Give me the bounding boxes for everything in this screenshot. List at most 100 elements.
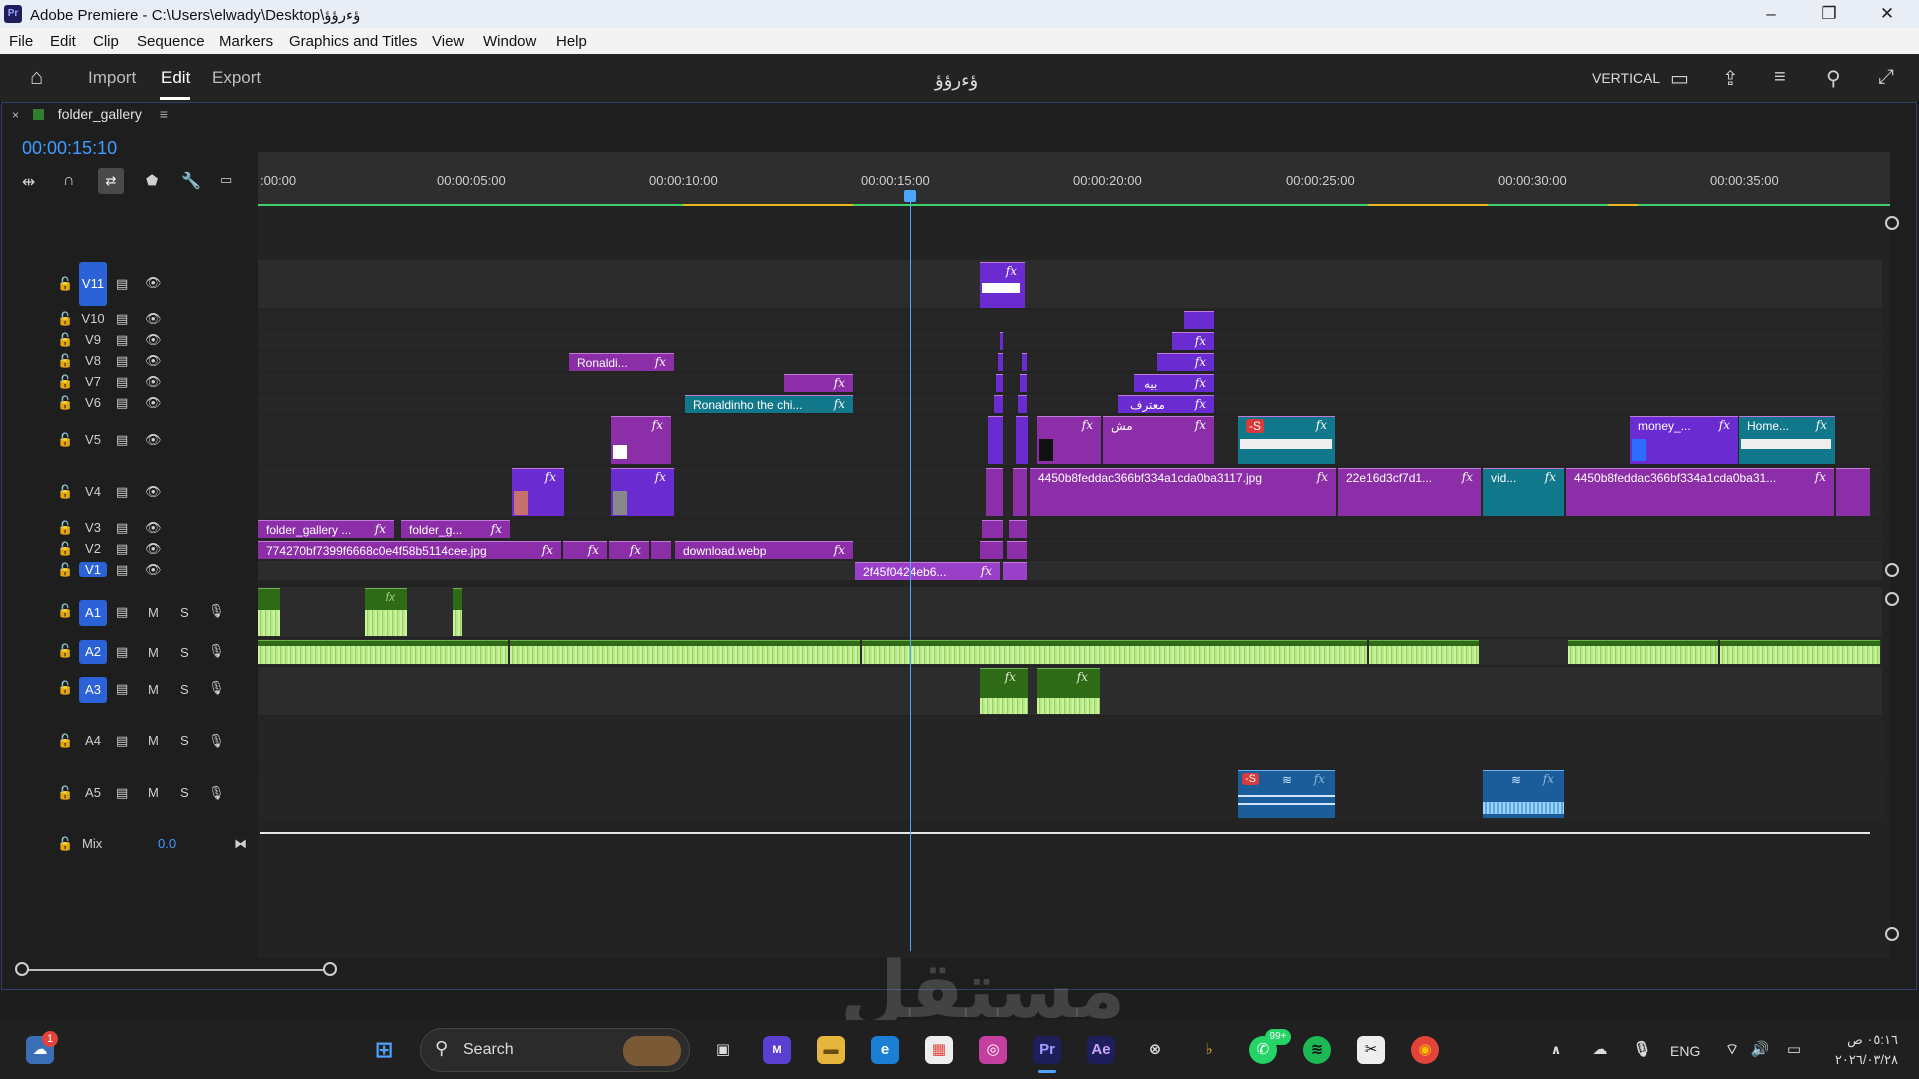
horizontal-zoom-bar[interactable] bbox=[22, 969, 328, 985]
clip-v2-download[interactable]: download.webp fx bbox=[675, 541, 853, 559]
track-target-v9[interactable]: V9 bbox=[79, 332, 107, 347]
clip-sliver[interactable] bbox=[1000, 332, 1003, 350]
progress-icon[interactable]: ≡ bbox=[1774, 66, 1786, 89]
hscroll-handle-right[interactable] bbox=[323, 962, 337, 976]
audio-clip-a5[interactable]: ≋ fx bbox=[1483, 770, 1564, 818]
lane-v10[interactable] bbox=[258, 310, 1882, 329]
timeline-settings-icon[interactable]: 🔧 bbox=[181, 171, 201, 191]
maximize-button[interactable]: ❐ bbox=[1806, 2, 1852, 26]
microphone-icon[interactable]: 🎙 bbox=[208, 643, 225, 659]
clip-sliver[interactable] bbox=[1018, 395, 1027, 413]
clip-v5-money[interactable]: money_... fx bbox=[1630, 416, 1738, 464]
menu-help[interactable]: Help bbox=[556, 33, 587, 50]
sync-lock-icon[interactable]: ▤ bbox=[116, 520, 128, 536]
clip-v4-4450-b[interactable]: 4450b8feddac366bf334a1cda0ba31... fx bbox=[1566, 468, 1834, 516]
audio-clip-a3[interactable]: fx bbox=[1037, 668, 1100, 714]
microphone-tray-icon[interactable]: 🎙 bbox=[1628, 1036, 1656, 1064]
app-icon[interactable]: ♭ bbox=[1195, 1036, 1223, 1064]
clip-v6-right[interactable]: معترف fx bbox=[1118, 395, 1214, 413]
microphone-icon[interactable]: 🎙 bbox=[208, 785, 225, 801]
sync-lock-icon[interactable]: ▤ bbox=[116, 541, 128, 557]
clip-v8-ronaldinho[interactable]: Ronaldi... fx bbox=[569, 353, 674, 371]
vscroll-handle-bottom[interactable] bbox=[1885, 563, 1899, 577]
file-explorer-icon[interactable]: ▬ bbox=[817, 1036, 845, 1064]
layout-label[interactable]: VERTICAL bbox=[1592, 70, 1660, 86]
audio-vscroll-handle-top[interactable] bbox=[1885, 592, 1899, 606]
clip-sliver[interactable] bbox=[994, 395, 1003, 413]
menu-markers[interactable]: Markers bbox=[219, 33, 273, 50]
eye-icon[interactable]: 👁 bbox=[145, 395, 162, 411]
track-target-a2[interactable]: A2 bbox=[79, 640, 107, 664]
after-effects-icon[interactable]: Ae bbox=[1087, 1036, 1115, 1064]
clip-v5-d[interactable]: -S fx bbox=[1238, 416, 1335, 464]
track-target-v11[interactable]: V11 bbox=[79, 262, 107, 306]
solo-button[interactable]: S bbox=[180, 785, 189, 800]
microphone-icon[interactable]: 🎙 bbox=[208, 603, 225, 619]
sync-lock-icon[interactable]: ▤ bbox=[116, 374, 128, 390]
eye-icon[interactable]: 👁 bbox=[145, 311, 162, 327]
lane-a5[interactable] bbox=[258, 769, 1882, 819]
mute-button[interactable]: M bbox=[148, 682, 159, 697]
task-view-icon[interactable]: ▣ bbox=[709, 1036, 737, 1064]
clip-sliver[interactable] bbox=[1022, 353, 1027, 371]
clip-v8-right[interactable]: fx bbox=[1157, 353, 1214, 371]
sync-lock-icon[interactable]: ▤ bbox=[116, 332, 128, 348]
clip-v5-sliver[interactable] bbox=[1016, 416, 1028, 464]
menu-sequence[interactable]: Sequence bbox=[137, 33, 205, 50]
clip-v10[interactable] bbox=[1184, 311, 1214, 329]
eye-icon[interactable]: 👁 bbox=[145, 353, 162, 369]
tab-edit[interactable]: Edit bbox=[161, 68, 190, 88]
clip-v2-sliver[interactable] bbox=[1007, 541, 1027, 559]
audio-clip-a2[interactable] bbox=[862, 640, 1367, 664]
audio-clip-a1[interactable] bbox=[453, 588, 462, 636]
track-target-a5[interactable]: A5 bbox=[79, 785, 107, 800]
clip-v4-sliver[interactable] bbox=[986, 468, 1003, 516]
chevron-up-icon[interactable]: ∧ bbox=[1542, 1036, 1570, 1064]
lock-icon[interactable]: 🔓 bbox=[57, 484, 73, 500]
menu-view[interactable]: View bbox=[432, 33, 464, 50]
track-target-a3[interactable]: A3 bbox=[79, 677, 107, 703]
audio-clip-a2[interactable] bbox=[1568, 640, 1718, 664]
lane-v8[interactable] bbox=[258, 352, 1882, 371]
clip-sliver[interactable] bbox=[996, 374, 1003, 392]
mute-button[interactable]: M bbox=[148, 645, 159, 660]
microsoft365-icon[interactable]: M bbox=[763, 1036, 791, 1064]
audio-clip-a2[interactable] bbox=[1369, 640, 1479, 664]
lock-icon[interactable]: 🔓 bbox=[57, 432, 73, 448]
lock-icon[interactable]: 🔓 bbox=[57, 541, 73, 557]
battery-icon[interactable]: ▭ bbox=[1780, 1036, 1808, 1064]
tab-menu-icon[interactable]: ≡ bbox=[160, 106, 168, 122]
lock-icon[interactable]: 🔓 bbox=[57, 332, 73, 348]
clock-date[interactable]: ٢٠٢٦/٠٣/٢٨ bbox=[1820, 1052, 1898, 1068]
sync-lock-icon[interactable]: ▤ bbox=[116, 562, 128, 578]
mute-button[interactable]: M bbox=[148, 605, 159, 620]
clip-v4-sliver[interactable] bbox=[1013, 468, 1027, 516]
search-help-icon[interactable]: ⚲ bbox=[1826, 66, 1841, 91]
lock-icon[interactable]: 🔓 bbox=[57, 276, 73, 292]
menu-graphics-and-titles[interactable]: Graphics and Titles bbox=[289, 33, 417, 50]
sync-lock-icon[interactable]: ▤ bbox=[116, 432, 128, 448]
clip-v2-b[interactable]: fx bbox=[563, 541, 607, 559]
solo-button[interactable]: S bbox=[180, 682, 189, 697]
playhead-timecode[interactable]: 00:00:15:10 bbox=[22, 138, 117, 159]
clip-v4-vid[interactable]: vid... fx bbox=[1483, 468, 1564, 516]
playhead-line[interactable] bbox=[910, 193, 911, 951]
clip-v3-folder-g[interactable]: folder_g... fx bbox=[401, 520, 510, 538]
lane-a1[interactable] bbox=[258, 587, 1882, 637]
premiere-taskbar-icon[interactable]: Pr bbox=[1033, 1036, 1061, 1064]
sync-lock-icon[interactable]: ▤ bbox=[116, 681, 128, 697]
sync-lock-icon[interactable]: ▤ bbox=[116, 276, 128, 292]
track-target-v8[interactable]: V8 bbox=[79, 353, 107, 368]
clip-v5-c[interactable]: مش fx bbox=[1103, 416, 1214, 464]
clip-v5-sliver[interactable] bbox=[988, 416, 1003, 464]
fullscreen-icon[interactable]: ⤢ bbox=[1878, 66, 1894, 89]
audio-clip-a1[interactable]: fx bbox=[365, 588, 407, 636]
tab-import[interactable]: Import bbox=[88, 68, 136, 88]
lock-icon[interactable]: 🔓 bbox=[57, 680, 73, 696]
audio-clip-a2[interactable] bbox=[510, 640, 860, 664]
eye-icon[interactable]: 👁 bbox=[145, 562, 162, 578]
eye-icon[interactable]: 👁 bbox=[145, 332, 162, 348]
mix-volume-value[interactable]: 0.0 bbox=[158, 836, 176, 851]
eye-icon[interactable]: 👁 bbox=[145, 541, 162, 557]
start-button[interactable]: ⊞ bbox=[370, 1036, 398, 1064]
